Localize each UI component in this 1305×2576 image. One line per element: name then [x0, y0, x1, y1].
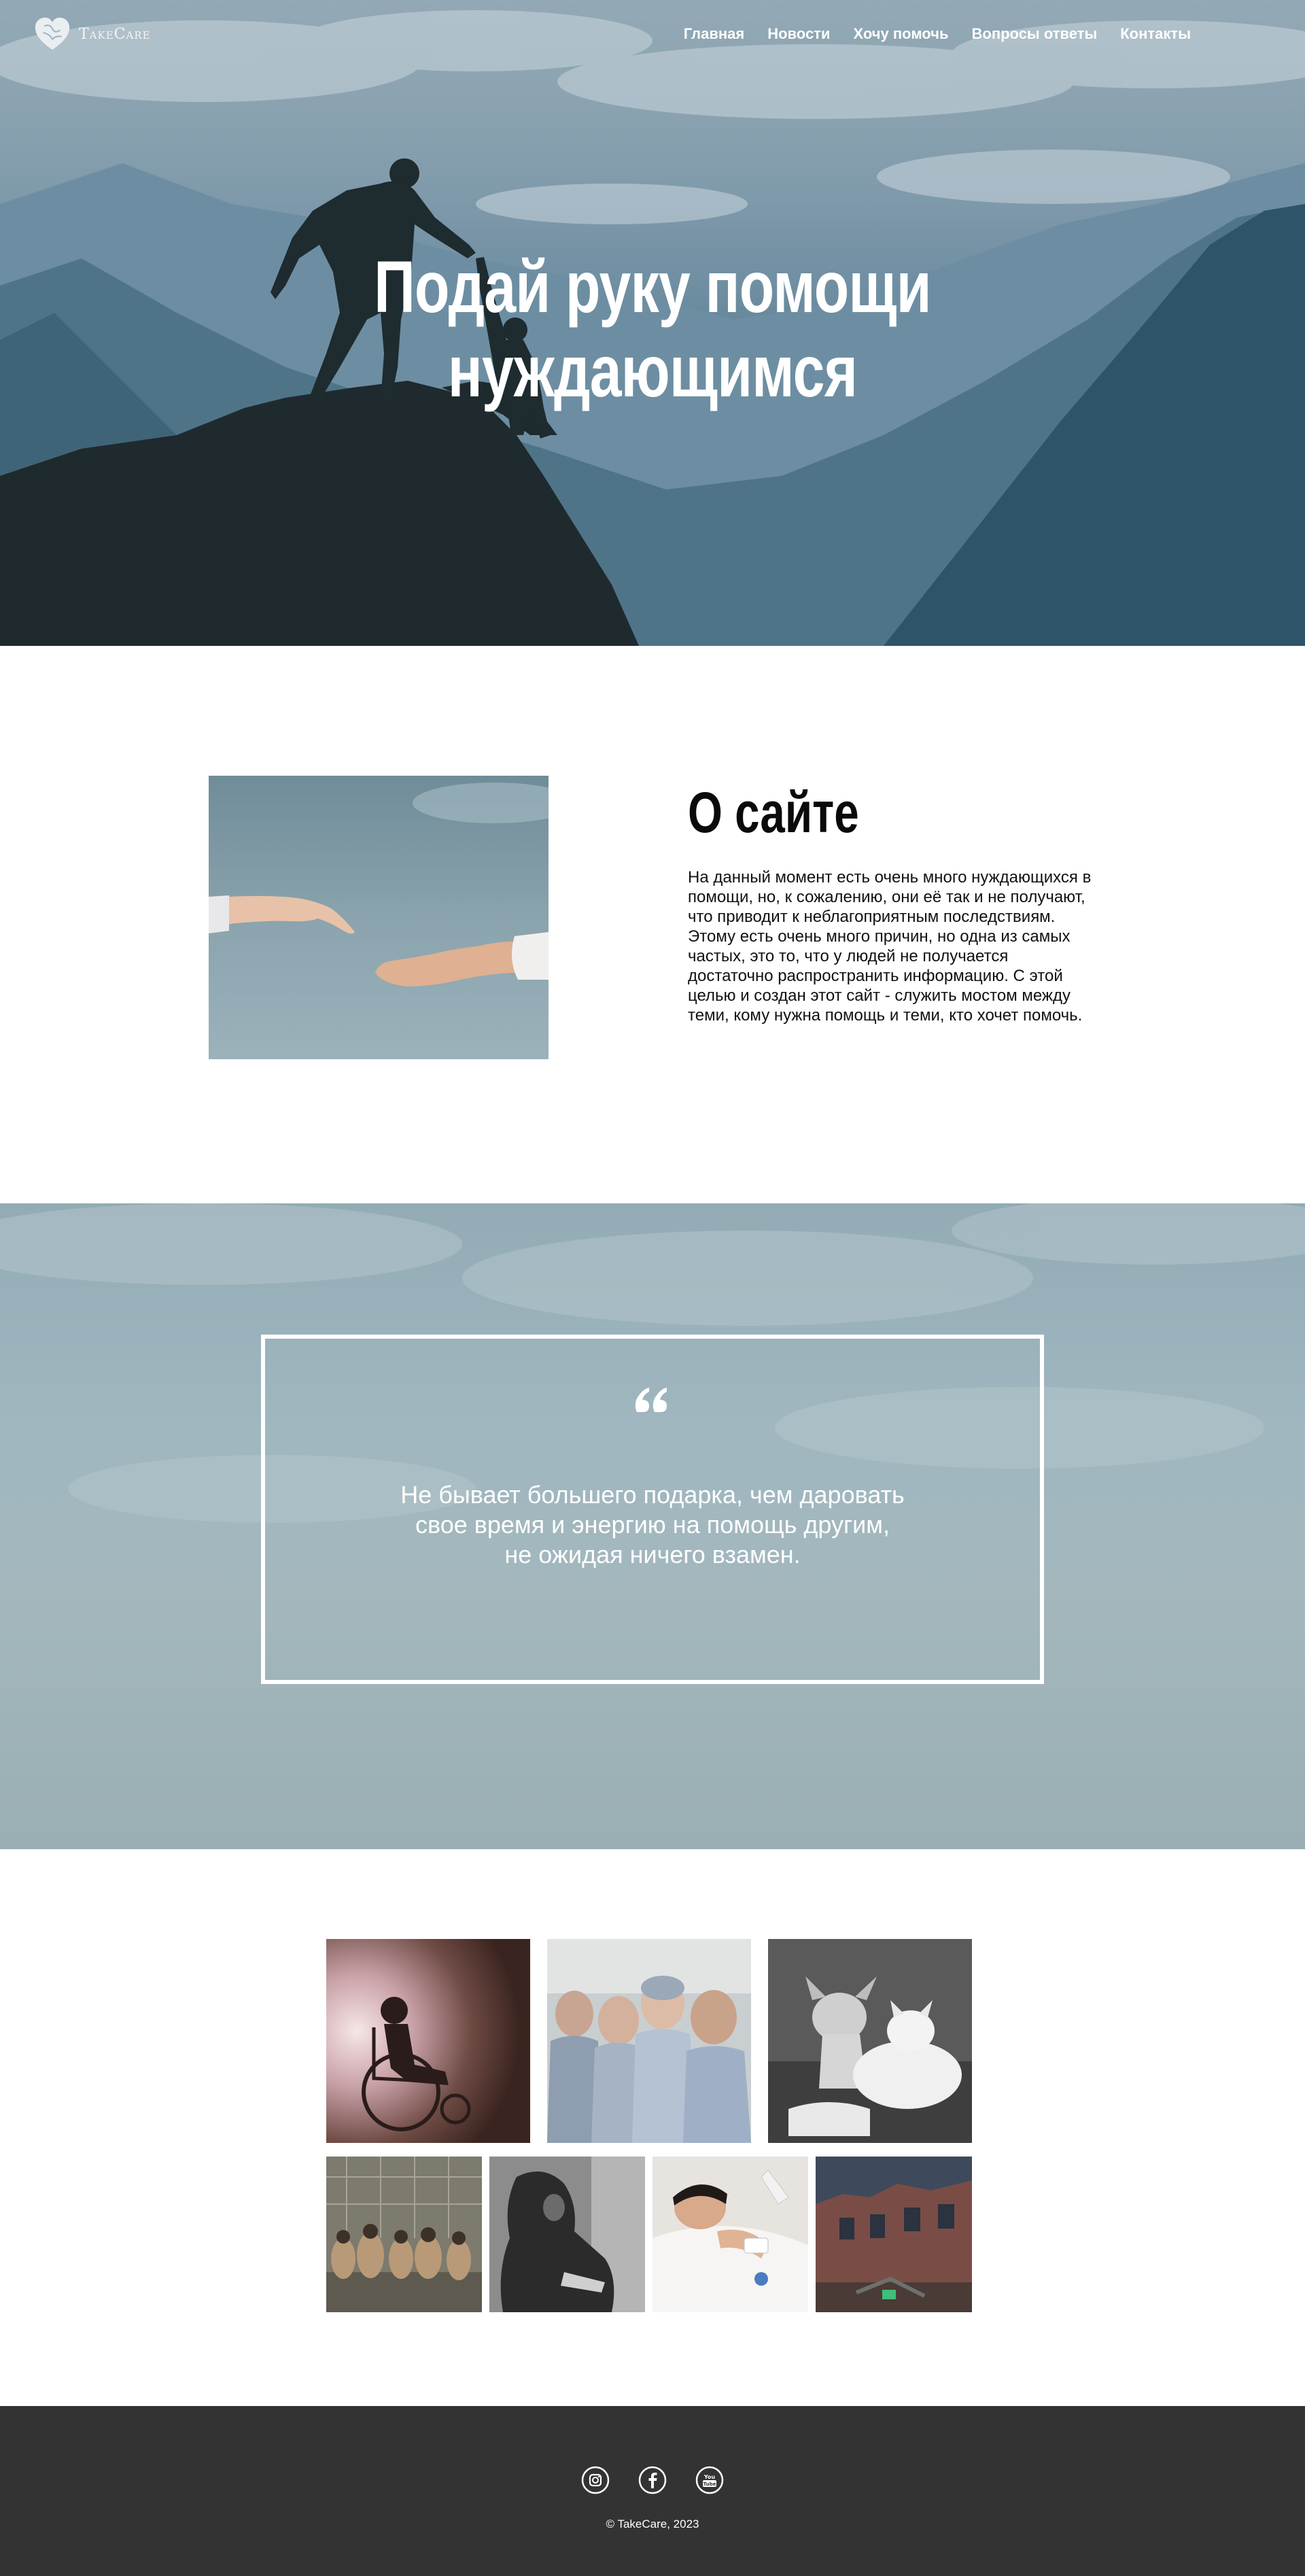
- quote-text: Не бывает большего подарка, чем даровать…: [265, 1480, 1040, 1570]
- hero-title-line-2: нуждающимся: [447, 330, 858, 412]
- gallery-photo-burnt-house[interactable]: [816, 2157, 972, 2312]
- quote-line-1: Не бывает большего подарка, чем даровать: [400, 1481, 905, 1509]
- logo[interactable]: TakeCare: [33, 14, 151, 54]
- gallery-photo-dog-and-cat[interactable]: [768, 1939, 972, 2143]
- hero-section: TakeCare Главная Новости Хочу помочь Воп…: [0, 0, 1305, 646]
- main-nav: Главная Новости Хочу помочь Вопросы отве…: [684, 25, 1191, 43]
- quote-icon: [635, 1388, 667, 1412]
- about-section: О сайте На данный момент есть очень мног…: [0, 646, 1305, 1203]
- gallery-photo-wheelchair[interactable]: [326, 1939, 530, 2143]
- logo-text: TakeCare: [79, 25, 151, 43]
- nav-want-to-help[interactable]: Хочу помочь: [853, 25, 948, 43]
- site-header: TakeCare Главная Новости Хочу помочь Воп…: [0, 0, 1305, 68]
- gallery-photo-sick-child[interactable]: [652, 2157, 808, 2312]
- quote-line-3: не ожидая ничего взамен.: [504, 1541, 801, 1568]
- about-title: О сайте: [688, 780, 859, 844]
- about-photo-hands: [209, 776, 549, 1059]
- svg-text:You: You: [703, 2474, 716, 2480]
- copyright: © TakeCare, 2023: [606, 2518, 699, 2530]
- instagram-icon[interactable]: [581, 2466, 610, 2494]
- nav-news[interactable]: Новости: [767, 25, 830, 43]
- facebook-icon[interactable]: [638, 2466, 667, 2494]
- nav-faq[interactable]: Вопросы ответы: [972, 25, 1098, 43]
- quote-section: Не бывает большего подарка, чем даровать…: [0, 1203, 1305, 1849]
- nav-home[interactable]: Главная: [684, 25, 744, 43]
- hero-title: Подай руку помощи нуждающимся: [143, 245, 1162, 413]
- svg-text:Tube: Tube: [703, 2481, 716, 2487]
- about-text: На данный момент есть очень много нуждаю…: [688, 868, 1092, 1025]
- gallery-photo-shelter-dogs[interactable]: [326, 2157, 482, 2312]
- nav-contacts[interactable]: Контакты: [1120, 25, 1191, 43]
- youtube-icon[interactable]: You Tube: [695, 2466, 724, 2494]
- gallery-photo-children[interactable]: [547, 1939, 751, 2143]
- social-links: You Tube: [0, 2466, 1305, 2494]
- quote-line-2: свое время и энергию на помощь другим,: [415, 1511, 890, 1539]
- gallery-section: [0, 1849, 1305, 2407]
- quote-frame: Не бывает большего подарка, чем даровать…: [261, 1335, 1044, 1684]
- hero-title-line-1: Подай руку помощи: [374, 245, 931, 328]
- gallery-photo-elderly-woman[interactable]: [489, 2157, 645, 2312]
- site-footer: You Tube © TakeCare, 2023: [0, 2406, 1305, 2576]
- heart-icon: [35, 17, 70, 50]
